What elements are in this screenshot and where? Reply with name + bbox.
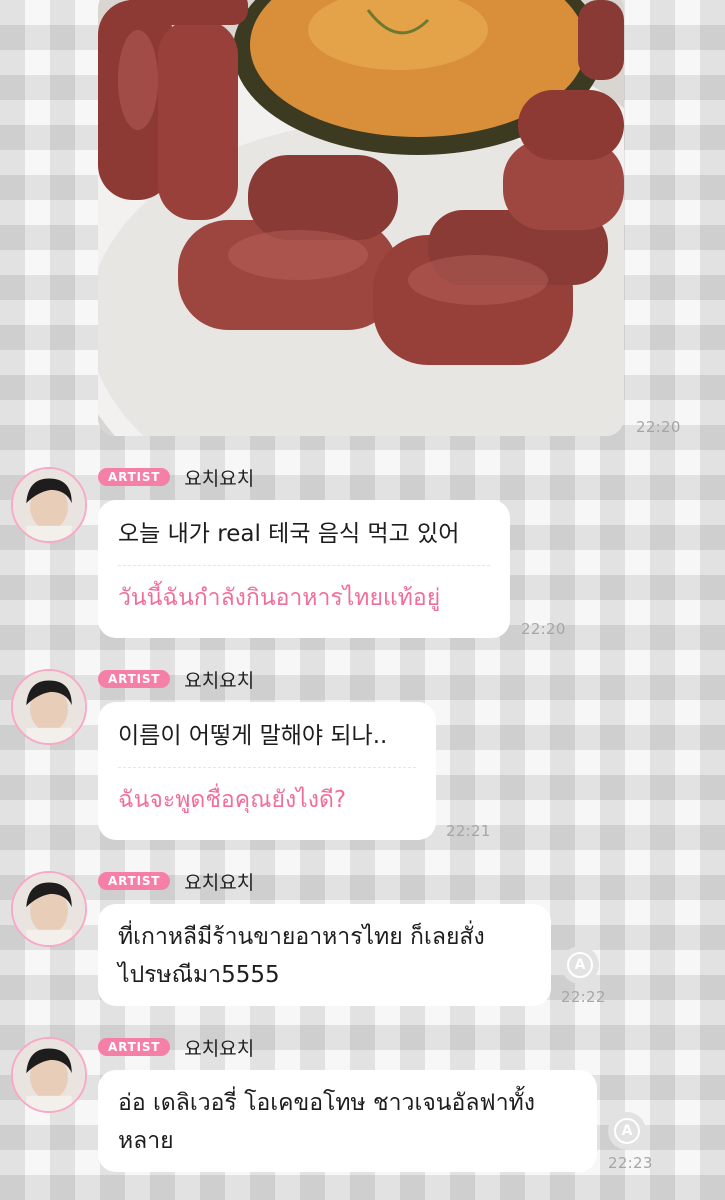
message-original-text: 이름이 어떻게 말해야 되나.. [118, 723, 388, 749]
message-bubble[interactable]: 이름이 어떻게 말해야 되나.. ฉันจะพูดชื่อคุณยังไงดี? [98, 702, 436, 840]
artist-avatar[interactable] [11, 871, 87, 947]
photo-timestamp: 22:20 [636, 418, 681, 436]
message-line: หลาย [118, 1128, 174, 1154]
message-translation-text: วันนี้ฉันกำลังกินอาหารไทยแท้อยู่ [118, 585, 441, 611]
message-bubble[interactable]: 오늘 내가 real 테국 음식 먹고 있어 วันนี้ฉันกำลังกิน… [98, 500, 510, 638]
sender-row: ARTIST 요치요치 [98, 870, 255, 894]
artist-avatar[interactable] [11, 669, 87, 745]
message-line: อ่อ เดลิเวอรี่ โอเคขอโทษ ชาวเจนอัลฟาทั้ง [118, 1090, 536, 1116]
sender-name: 요치요치 [184, 871, 255, 894]
translate-icon: A [567, 952, 593, 978]
sender-name: 요치요치 [184, 467, 255, 490]
message-translation-text: ฉันจะพูดชื่อคุณยังไงดี? [118, 787, 347, 813]
artist-avatar[interactable] [11, 467, 87, 543]
message-original-text: ที่เกาหลีมีร้านขายอาหารไทย ก็เลยสั่ง ไปร… [118, 904, 531, 994]
sender-row: ARTIST 요치요치 [98, 1036, 255, 1060]
message-bubble[interactable]: อ่อ เดลิเวอรี่ โอเคขอโทษ ชาวเจนอัลฟาทั้ง… [98, 1070, 597, 1172]
translate-button[interactable]: A [608, 1112, 646, 1150]
translate-button[interactable]: A [561, 946, 599, 984]
sender-name: 요치요치 [184, 669, 255, 692]
message-timestamp: 22:22 [561, 988, 606, 1006]
message-bubble[interactable]: ที่เกาหลีมีร้านขายอาหารไทย ก็เลยสั่ง ไปร… [98, 904, 551, 1006]
message-line: ไปรษณีมา5555 [118, 962, 280, 988]
translate-icon: A [614, 1118, 640, 1144]
food-photo-image [98, 0, 624, 436]
message-original-text: 오늘 내가 real 테국 음식 먹고 있어 [118, 521, 460, 547]
sender-row: ARTIST 요치요치 [98, 466, 255, 490]
message-line: ที่เกาหลีมีร้านขายอาหารไทย ก็เลยสั่ง [118, 924, 485, 950]
message-timestamp: 22:21 [446, 822, 491, 840]
artist-badge: ARTIST [98, 872, 171, 890]
sender-row: ARTIST 요치요치 [98, 668, 255, 692]
message-original-text: อ่อ เดลิเวอรี่ โอเคขอโทษ ชาวเจนอัลฟาทั้ง… [118, 1070, 577, 1160]
food-photo-message[interactable] [98, 0, 624, 436]
artist-badge: ARTIST [98, 468, 171, 486]
message-timestamp: 22:23 [608, 1154, 653, 1172]
sender-name: 요치요치 [184, 1037, 255, 1060]
artist-badge: ARTIST [98, 1038, 171, 1056]
message-timestamp: 22:20 [521, 620, 566, 638]
artist-badge: ARTIST [98, 670, 171, 688]
artist-avatar[interactable] [11, 1037, 87, 1113]
